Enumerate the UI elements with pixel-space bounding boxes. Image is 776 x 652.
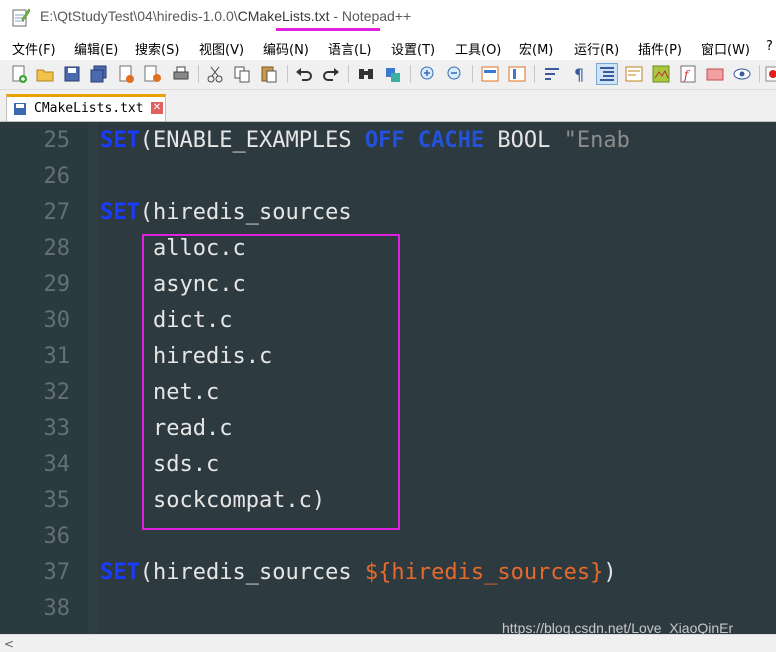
menu-macro[interactable]: 宏(M) bbox=[519, 39, 553, 58]
line-number: 36 bbox=[43, 524, 71, 549]
replace-icon[interactable] bbox=[383, 64, 403, 84]
code-line[interactable]: SET(hiredis_sources bbox=[100, 200, 352, 225]
toolbar-separator bbox=[198, 65, 199, 83]
menu-view[interactable]: 视图(V) bbox=[199, 39, 244, 58]
save-all-icon[interactable] bbox=[89, 64, 109, 84]
code-token: SET bbox=[100, 128, 140, 153]
line-number: 25 bbox=[43, 128, 71, 153]
code-token: (ENABLE_EXAMPLES bbox=[139, 128, 365, 153]
toolbar-separator bbox=[472, 65, 473, 83]
toolbar-separator bbox=[759, 65, 760, 83]
menu-settings[interactable]: 设置(T) bbox=[391, 39, 435, 58]
indent-guide-icon[interactable] bbox=[596, 63, 618, 85]
line-number: 33 bbox=[43, 416, 71, 441]
new-file-icon[interactable] bbox=[9, 64, 29, 84]
code-token: CACHE bbox=[417, 128, 485, 153]
code-token: (hiredis_sources bbox=[139, 200, 352, 225]
toolbar-separator bbox=[534, 65, 535, 83]
code-token: ${hiredis_sources} bbox=[364, 560, 604, 585]
window-title: E:\QtStudyTest\04\hiredis-1.0.0\CMakeLis… bbox=[40, 8, 411, 24]
line-number: 28 bbox=[43, 236, 71, 261]
monitoring-eye-icon[interactable] bbox=[732, 64, 752, 84]
tab-cmakelists[interactable]: CMakeLists.txt ✕ bbox=[6, 94, 166, 121]
menu-plugins[interactable]: 插件(P) bbox=[638, 39, 682, 58]
title-bar: E:\QtStudyTest\04\hiredis-1.0.0\CMakeLis… bbox=[0, 0, 776, 36]
zoom-out-icon[interactable] bbox=[445, 64, 465, 84]
sync-vertical-icon[interactable] bbox=[480, 64, 500, 84]
menu-file[interactable]: 文件(F) bbox=[12, 39, 56, 58]
record-macro-icon[interactable] bbox=[764, 64, 776, 84]
menu-help[interactable]: ? bbox=[766, 39, 773, 54]
scroll-left-arrow-icon[interactable]: < bbox=[4, 637, 14, 651]
undo-icon[interactable] bbox=[294, 64, 314, 84]
line-number: 29 bbox=[43, 272, 71, 297]
paste-icon[interactable] bbox=[259, 64, 279, 84]
title-filename: CMakeLists.txt bbox=[237, 8, 330, 24]
code-token: ) bbox=[603, 560, 617, 585]
horizontal-scrollbar[interactable]: < bbox=[0, 634, 776, 652]
menu-search[interactable]: 搜索(S) bbox=[135, 39, 179, 58]
save-icon[interactable] bbox=[62, 64, 82, 84]
zoom-in-icon[interactable] bbox=[418, 64, 438, 84]
code-token: (hiredis_sources bbox=[139, 560, 365, 585]
line-number: 30 bbox=[43, 308, 71, 333]
tab-bar: CMakeLists.txt ✕ bbox=[0, 90, 776, 122]
menu-edit[interactable]: 编辑(E) bbox=[74, 39, 118, 58]
toolbar-separator bbox=[410, 65, 411, 83]
user-language-icon[interactable] bbox=[624, 64, 644, 84]
line-number-gutter bbox=[0, 122, 88, 634]
title-path: E:\QtStudyTest\04\hiredis-1.0.0\ bbox=[40, 8, 238, 24]
folder-workspace-icon[interactable] bbox=[705, 64, 725, 84]
menu-run[interactable]: 运行(R) bbox=[574, 39, 619, 58]
svg-text:¶: ¶ bbox=[574, 65, 584, 84]
copy-icon[interactable] bbox=[232, 64, 252, 84]
find-icon[interactable] bbox=[356, 64, 376, 84]
line-number: 37 bbox=[43, 560, 71, 585]
code-token: OFF bbox=[364, 128, 405, 153]
cut-icon[interactable] bbox=[205, 64, 225, 84]
code-line[interactable]: SET(hiredis_sources ${hiredis_sources}) bbox=[100, 560, 617, 585]
line-number: 32 bbox=[43, 380, 71, 405]
line-number: 27 bbox=[43, 200, 71, 225]
toolbar-separator bbox=[348, 65, 349, 83]
code-token: SET bbox=[100, 200, 140, 225]
sync-horizontal-icon[interactable] bbox=[507, 64, 527, 84]
code-token: "Enab bbox=[563, 128, 630, 153]
line-number: 26 bbox=[43, 164, 71, 189]
fold-margin bbox=[88, 122, 98, 634]
code-editor[interactable]: 25 SET(ENABLE_EXAMPLES OFF CACHE BOOL "En… bbox=[0, 122, 776, 634]
menu-window[interactable]: 窗口(W) bbox=[701, 39, 750, 58]
print-icon[interactable] bbox=[171, 64, 191, 84]
toolbar-separator bbox=[287, 65, 288, 83]
redo-icon[interactable] bbox=[321, 64, 341, 84]
open-file-icon[interactable] bbox=[35, 64, 55, 84]
menu-language[interactable]: 语言(L) bbox=[328, 39, 371, 58]
tab-close-icon[interactable]: ✕ bbox=[151, 102, 163, 114]
title-app: - Notepad++ bbox=[329, 8, 412, 24]
show-all-chars-icon[interactable]: ¶ bbox=[569, 64, 589, 84]
function-list-icon[interactable]: f bbox=[678, 64, 698, 84]
code-token: BOOL bbox=[484, 128, 564, 153]
word-wrap-icon[interactable] bbox=[542, 64, 562, 84]
line-number: 35 bbox=[43, 488, 71, 513]
saved-file-icon bbox=[14, 103, 26, 115]
document-map-icon[interactable] bbox=[651, 64, 671, 84]
toolbar: ¶ f bbox=[0, 60, 776, 90]
title-highlight-underline bbox=[276, 28, 380, 31]
source-list-highlight-box bbox=[142, 234, 400, 530]
tab-label: CMakeLists.txt bbox=[34, 101, 144, 116]
close-file-icon[interactable] bbox=[116, 64, 136, 84]
menu-bar: 文件(F) 编辑(E) 搜索(S) 视图(V) 编码(N) 语言(L) 设置(T… bbox=[0, 36, 776, 60]
menu-tools[interactable]: 工具(O) bbox=[455, 39, 501, 58]
line-number: 31 bbox=[43, 344, 71, 369]
code-line[interactable]: SET(ENABLE_EXAMPLES OFF CACHE BOOL "Enab bbox=[100, 128, 630, 153]
code-token: SET bbox=[100, 560, 140, 585]
notepad-app-icon bbox=[12, 8, 30, 27]
line-number: 34 bbox=[43, 452, 71, 477]
line-number: 38 bbox=[43, 596, 71, 621]
menu-encoding[interactable]: 编码(N) bbox=[263, 39, 309, 58]
close-all-icon[interactable] bbox=[143, 64, 163, 84]
